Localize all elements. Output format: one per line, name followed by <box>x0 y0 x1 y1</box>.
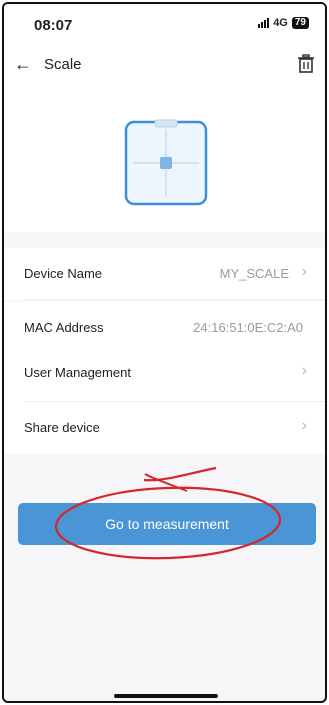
home-indicator <box>114 694 218 698</box>
chevron-right-icon: › <box>301 263 307 280</box>
scale-device-icon <box>124 119 208 206</box>
mac-address-value: 24:16:51:0E:C2:A0 <box>193 320 303 335</box>
phone-frame: 08:07 4G 79 ← Scale Device Name MY_SCALE… <box>2 2 327 703</box>
share-device-label: Share device <box>24 420 100 435</box>
network-label: 4G <box>273 17 288 29</box>
signal-icon <box>258 18 270 28</box>
page-title: Scale <box>44 56 82 73</box>
row-divider <box>24 299 325 300</box>
battery-icon: 79 <box>291 17 309 29</box>
go-to-measurement-button[interactable]: Go to measurement <box>18 503 316 545</box>
status-indicators: 4G 79 <box>258 17 309 29</box>
user-management-row[interactable]: User Management › <box>4 347 325 402</box>
status-time: 08:07 <box>34 17 73 34</box>
mac-address-label: MAC Address <box>24 320 104 335</box>
back-arrow-icon[interactable]: ← <box>14 53 34 75</box>
device-name-row[interactable]: Device Name MY_SCALE › <box>4 248 325 300</box>
share-device-row[interactable]: Share device › <box>4 402 325 454</box>
user-management-label: User Management <box>24 365 131 380</box>
page-header: ← Scale <box>4 44 325 86</box>
device-name-label: Device Name <box>24 266 103 281</box>
chevron-right-icon: › <box>301 362 307 379</box>
device-name-value: MY_SCALE <box>219 266 289 281</box>
status-bar: 08:07 4G 79 <box>4 4 325 44</box>
trash-icon[interactable] <box>297 54 315 74</box>
chevron-right-icon: › <box>301 417 307 434</box>
device-image-area <box>4 86 325 232</box>
